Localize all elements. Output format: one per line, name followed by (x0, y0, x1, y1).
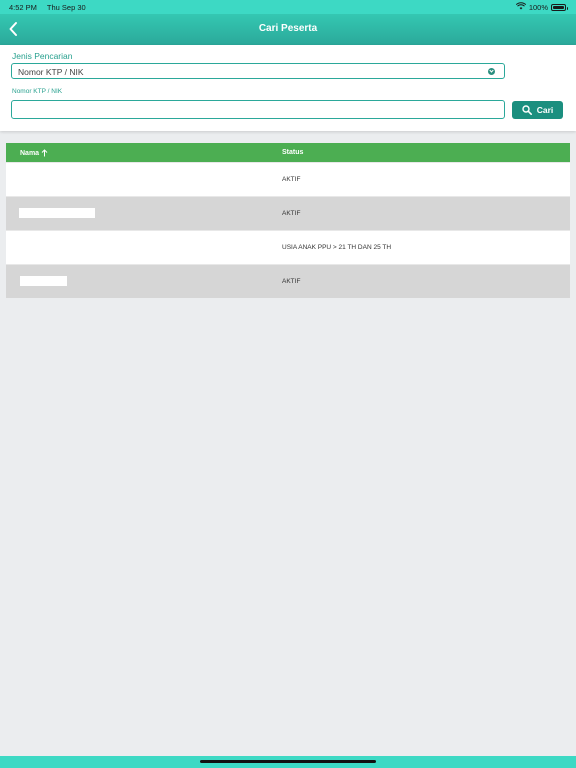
search-icon (522, 105, 532, 115)
table-header: Nama Status (6, 143, 570, 162)
page-title: Cari Peserta (258, 23, 318, 34)
column-header-nama[interactable]: Nama (20, 149, 48, 157)
results-table: Nama Status AKTIF AKTIF USIA ANAK PPU > … (6, 143, 570, 298)
table-row[interactable]: AKTIF (6, 196, 570, 230)
table-row[interactable]: AKTIF (6, 264, 570, 298)
battery-icon (551, 3, 568, 11)
id-number-input[interactable] (11, 100, 505, 119)
home-indicator-area (0, 756, 576, 768)
row-status: USIA ANAK PPU > 21 TH DAN 25 TH (282, 244, 392, 251)
table-row[interactable]: USIA ANAK PPU > 21 TH DAN 25 TH (6, 230, 570, 264)
column-header-status[interactable]: Status (282, 149, 303, 156)
redacted-name (20, 276, 67, 286)
status-time: 4:52 PM (9, 3, 37, 12)
table-row[interactable]: AKTIF (6, 162, 570, 196)
row-status: AKTIF (282, 278, 301, 285)
column-header-nama-label: Nama (20, 149, 40, 157)
search-type-value: Nomor KTP / NIK (18, 67, 84, 77)
search-button-label: Cari (536, 105, 554, 115)
row-status: AKTIF (282, 210, 301, 217)
navigation-bar: Cari Peserta (0, 14, 576, 45)
redacted-name (19, 208, 95, 218)
status-bar: 4:52 PM Thu Sep 30 100% (0, 0, 576, 14)
sort-ascending-icon (41, 149, 48, 157)
dropdown-icon (488, 67, 495, 75)
row-status: AKTIF (282, 176, 301, 183)
search-type-select[interactable]: Nomor KTP / NIK (11, 63, 505, 79)
status-date: Thu Sep 30 (46, 3, 86, 12)
battery-percent: 100% (528, 2, 548, 12)
wifi-icon (515, 2, 526, 12)
search-button[interactable]: Cari (512, 101, 563, 119)
search-type-label: Jenis Pencarian (12, 51, 73, 61)
id-number-label: Nomor KTP / NIK (12, 88, 63, 95)
search-form: Jenis Pencarian Nomor KTP / NIK Nomor KT… (0, 45, 576, 131)
home-indicator[interactable] (200, 760, 376, 763)
